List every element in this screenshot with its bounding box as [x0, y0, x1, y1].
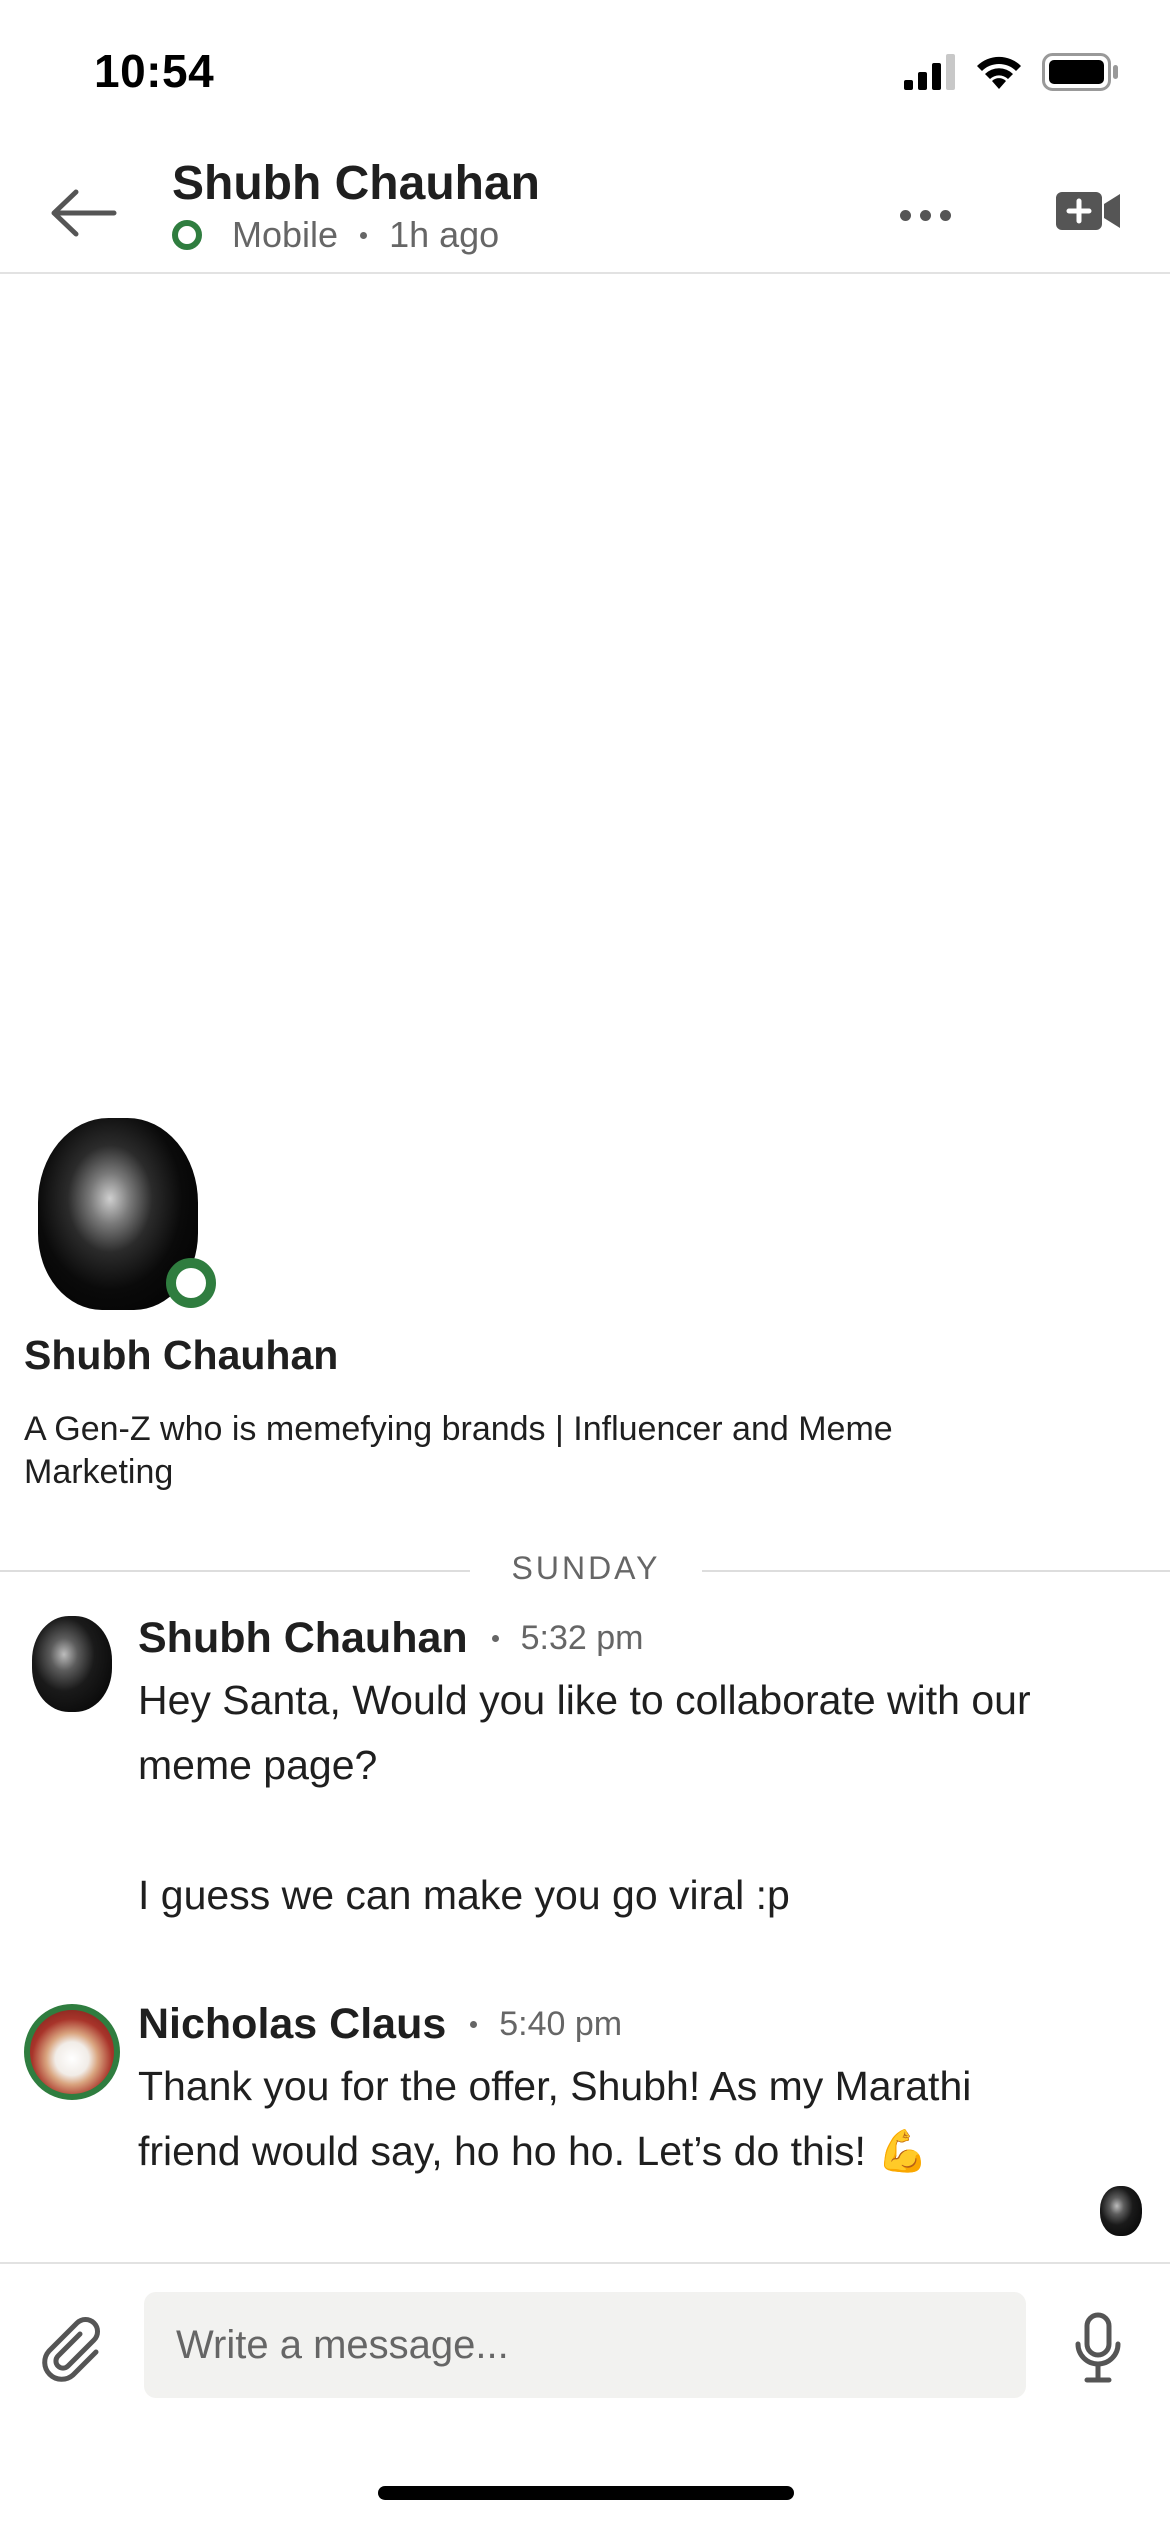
- message-time: 5:32 pm: [520, 1619, 644, 1657]
- sender-name[interactable]: Nicholas Claus: [138, 2000, 446, 2049]
- contact-status: Mobile 1h ago: [172, 214, 499, 256]
- wifi-icon: [977, 56, 1021, 89]
- paperclip-icon: [42, 2317, 100, 2382]
- message-text: Thank you for the offer, Shubh! As my Ma…: [138, 2063, 972, 2174]
- more-options-button[interactable]: [880, 190, 970, 240]
- battery-icon: [1042, 53, 1118, 91]
- video-plus-icon: [1056, 192, 1120, 230]
- back-button[interactable]: [40, 180, 126, 246]
- day-divider-label: SUNDAY: [511, 1550, 661, 1586]
- message-input[interactable]: [144, 2292, 1026, 2398]
- status-device: Mobile: [232, 214, 339, 255]
- sender-name[interactable]: Shubh Chauhan: [138, 1614, 468, 1663]
- message-header: Shubh Chauhan 5:32 pm: [138, 1614, 644, 1663]
- online-status-icon: [172, 220, 202, 250]
- voice-message-button[interactable]: [1070, 2312, 1126, 2384]
- status-icons: [904, 52, 1120, 92]
- sender-avatar[interactable]: [32, 1616, 112, 1712]
- conversation-header: Shubh Chauhan Mobile 1h ago: [0, 150, 1170, 274]
- message-header: Nicholas Claus 5:40 pm: [138, 2000, 622, 2049]
- cellular-signal-icon: [904, 54, 955, 90]
- online-status-icon: [166, 1258, 216, 1308]
- contact-name[interactable]: Shubh Chauhan: [172, 156, 540, 211]
- home-indicator[interactable]: [378, 2486, 794, 2500]
- message-text: Hey Santa, Would you like to collaborate…: [138, 1677, 1031, 1918]
- more-dot-icon: [939, 209, 951, 221]
- more-dot-icon: [899, 209, 911, 221]
- separator-dot: [360, 231, 368, 239]
- message-time: 5:40 pm: [499, 2005, 623, 2043]
- more-dot-icon: [919, 209, 931, 221]
- attach-button[interactable]: [36, 2312, 108, 2384]
- profile-headline: A Gen-Z who is memefying brands | Influe…: [24, 1410, 893, 1491]
- arrow-left-icon: [51, 189, 117, 237]
- status-last-active: 1h ago: [389, 214, 500, 255]
- separator-dot: [491, 1635, 499, 1642]
- sender-avatar[interactable]: [24, 2004, 120, 2100]
- divider-line: [702, 1570, 1170, 1572]
- profile-name[interactable]: Shubh Chauhan: [24, 1332, 338, 1379]
- video-call-button[interactable]: [1052, 180, 1124, 240]
- separator-dot: [470, 2021, 478, 2028]
- divider-line: [0, 1570, 470, 1572]
- microphone-icon: [1075, 2312, 1121, 2383]
- status-time: 10:54: [94, 45, 215, 97]
- read-receipt-avatar: [1100, 2186, 1142, 2236]
